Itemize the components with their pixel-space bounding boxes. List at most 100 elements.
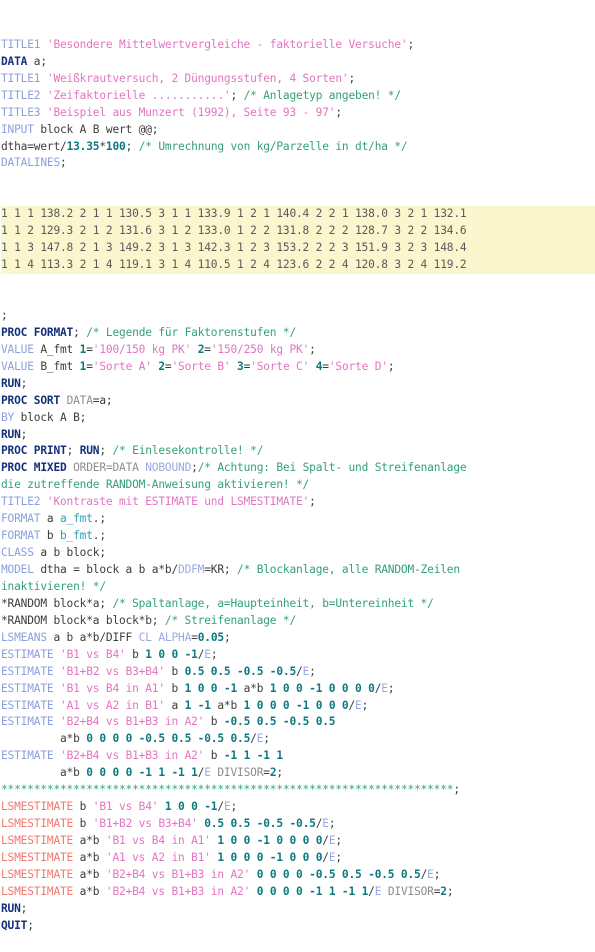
code-token-num: 1 0 0 -1	[164, 800, 218, 814]
code-line: QUIT;	[1, 918, 595, 935]
code-token-opt: NOBOUND	[145, 461, 192, 475]
code-line: LSMESTIMATE b 'B1 vs B4' 1 0 0 -1/E;	[1, 799, 595, 816]
code-token-gray: ORDER=DATA	[73, 461, 139, 475]
code-token-num: 0.5 0.5 -0.5 -0.5	[204, 817, 316, 831]
code-token-num: -0.5 0.5 -0.5 0.5	[223, 715, 336, 729]
code-line: LSMESTIMATE a*b 'B1 vs B4 in A1' 1 0 0 -…	[1, 833, 595, 850]
code-token-plain: a*b	[1, 766, 87, 780]
code-token-plain: ;	[387, 359, 395, 373]
code-line: RUN;	[1, 376, 595, 393]
code-token-plain: a b a*b/	[46, 630, 106, 644]
code-line: LSMESTIMATE a*b 'A1 vs A2 in B1' 1 0 0 0…	[1, 850, 595, 867]
code-token-plain: b	[204, 715, 224, 729]
code-token-gray: DIVISOR	[217, 766, 264, 780]
code-token-plain: b	[125, 647, 146, 661]
code-token-plain: ;	[433, 867, 441, 881]
code-token-kw: PROC PRINT	[1, 444, 67, 458]
code-token-plain: ;	[335, 105, 342, 119]
code-token-str: 'Weißkrautversuch, 2 Düngungsstufen, 4 S…	[46, 71, 349, 85]
code-token-lsm: LSMESTIMATE	[1, 800, 74, 814]
code-token-plain: ;	[446, 884, 454, 898]
code-token-str: 'A1 vs A2 in B1'	[105, 850, 211, 864]
code-token-str: 'Kontraste mit ESTIMATE und LSMESTIMATE'	[46, 495, 310, 509]
code-token-stmt: TITLE2	[1, 88, 47, 102]
code-token-plain: ;	[230, 88, 244, 102]
code-token-plain: ;	[1, 308, 8, 322]
code-token-opt: ALPHA	[158, 630, 192, 644]
code-token-fmtname: b_fmt	[60, 529, 93, 543]
code-token-stmt: VALUE	[1, 359, 34, 373]
code-token-num: 1 -1	[184, 698, 211, 712]
code-line: LSMESTIMATE b 'B1+B2 vs B3+B4' 0.5 0.5 -…	[1, 816, 595, 833]
code-token-plain: block A B;	[14, 410, 87, 424]
code-token-str: 'Beispiel aus Munzert (1992), Seite 93 -…	[46, 105, 336, 119]
code-token-opt: DDFM	[178, 563, 205, 577]
code-token-kw: RUN	[79, 444, 100, 458]
code-token-stmt: FORMAT	[1, 512, 41, 526]
code-line: BY block A B;	[1, 410, 595, 427]
code-token-num: 1 0 0 -1	[184, 681, 238, 695]
code-line: TITLE2 'Zeifaktorielle ...........'; /* …	[1, 88, 595, 105]
code-token-stmt: DATALINES	[1, 156, 60, 170]
code-token-kw: PROC SORT	[1, 393, 60, 407]
code-token-plain: a	[164, 698, 185, 712]
code-token-plain: dtha=wert/	[1, 139, 67, 153]
code-editor-pane[interactable]: TITLE1 'Besondere Mittelwertvergleiche -…	[0, 0, 595, 952]
code-token-kw: RUN	[1, 376, 21, 390]
code-token-plain: ;	[27, 918, 34, 932]
code-token-plain: *RANDOM block*a block*b;	[1, 613, 165, 627]
code-token-plain: ;	[335, 834, 342, 848]
code-token-str: 'B2+B4 vs B1+B3 in A2'	[105, 884, 251, 898]
code-token-plain: ;	[230, 800, 238, 814]
code-line: LSMEANS a b a*b/DIFF CL ALPHA=0.05;	[1, 630, 595, 647]
code-token-num: 0.5 0.5 -0.5 -0.5	[184, 664, 297, 678]
code-token-plain: ;	[328, 817, 336, 831]
code-token-stmt: ESTIMATE	[1, 749, 54, 763]
code-token-plain: b	[164, 664, 185, 678]
code-token-stmt: ESTIMATE	[1, 698, 54, 712]
code-line: MODEL dtha = block a b a*b/DDFM=KR; /* B…	[1, 562, 595, 579]
code-token-gray: DIVISOR	[387, 884, 434, 898]
code-token-kw: PROC FORMAT	[1, 325, 74, 339]
code-token-plain: A_fmt	[33, 342, 80, 356]
code-token-lsm: LSMESTIMATE	[1, 817, 74, 831]
code-line: *RANDOM block*a; /* Spaltanlage, a=Haupt…	[1, 596, 595, 613]
code-token-stmt: FORMAT	[1, 529, 41, 543]
code-token-plain: dtha = block a b a*b/	[33, 563, 179, 577]
code-token-plain: ;	[73, 325, 87, 339]
code-block-header: TITLE1 'Besondere Mittelwertvergleiche -…	[1, 37, 595, 173]
code-token-plain: ;	[453, 783, 460, 797]
code-token-lsm: LSMESTIMATE	[1, 834, 74, 848]
code-token-plain: a	[40, 512, 61, 526]
code-line: FORMAT b b_fmt.;	[1, 528, 595, 545]
code-token-kw: PROC MIXED	[1, 461, 67, 475]
code-line: INPUT block A B wert @@;	[1, 122, 595, 139]
code-token-plain: DIFF	[105, 630, 133, 644]
code-line: PROC MIXED ORDER=DATA NOBOUND;/* Achtung…	[1, 460, 595, 477]
code-block-body: ; PROC FORMAT; /* Legende für Faktorenstu…	[1, 308, 595, 935]
code-line: TITLE2 'Kontraste mit ESTIMATE und LSMES…	[1, 494, 595, 511]
code-token-num: 100	[105, 139, 126, 153]
code-line: ESTIMATE 'B1+B2 vs B3+B4' b 0.5 0.5 -0.5…	[1, 664, 595, 681]
code-token-stmt: MODEL	[1, 563, 34, 577]
code-token-plain: ;	[125, 139, 139, 153]
code-line: dtha=wert/13.35*100; /* Umrechnung von k…	[1, 139, 595, 156]
code-token-cmt: ****************************************…	[1, 783, 454, 797]
code-token-stmt: TITLE2	[1, 495, 47, 509]
code-line: FORMAT a a_fmt.;	[1, 511, 595, 528]
code-token-plain: ;	[60, 156, 67, 170]
code-token-plain: ;	[361, 698, 369, 712]
code-line: ESTIMATE 'B1 vs B4' b 1 0 0 -1/E;	[1, 647, 595, 664]
code-line: PROC FORMAT; /* Legende für Faktorenstuf…	[1, 325, 595, 342]
code-token-lsm: LSMESTIMATE	[1, 867, 74, 881]
code-line: DATALINES;	[1, 155, 595, 172]
code-token-kw: QUIT	[1, 918, 28, 932]
code-token-plain: *RANDOM block*a;	[1, 596, 113, 610]
code-token-plain: block A B wert @@;	[33, 122, 159, 136]
code-token-plain: B_fmt	[33, 359, 80, 373]
code-token-plain: ;	[276, 766, 283, 780]
code-line: PROC PRINT; RUN; /* Einlesekontrolle! */	[1, 443, 595, 460]
code-line: TITLE1 'Weißkrautversuch, 2 Düngungsstuf…	[1, 71, 595, 88]
code-token-cmt: inaktivieren! */	[1, 579, 106, 593]
code-token-stmt: ESTIMATE	[1, 681, 54, 695]
